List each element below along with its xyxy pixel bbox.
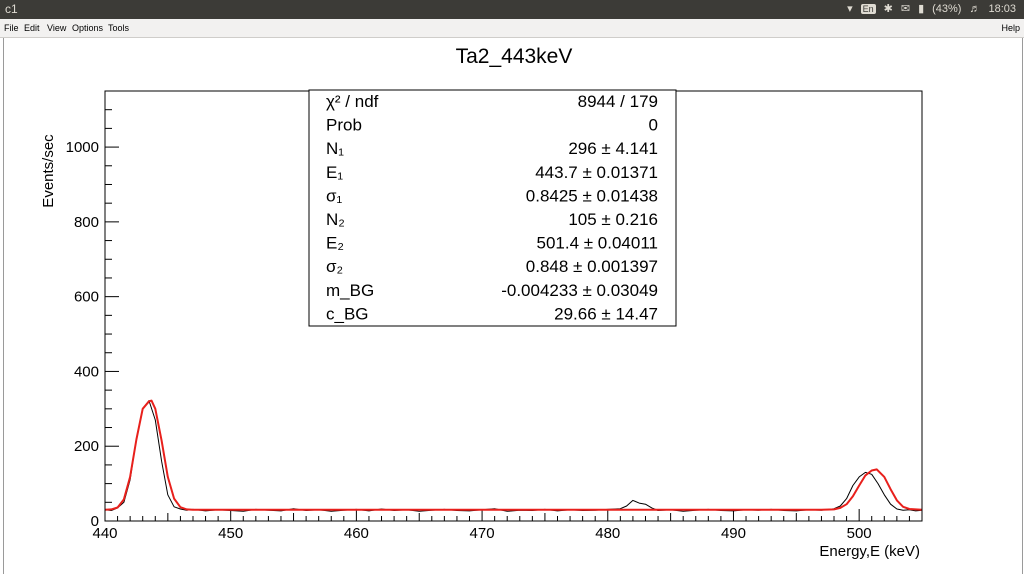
stats-label: E₂: [326, 234, 344, 253]
menu-view[interactable]: View: [47, 23, 66, 33]
stats-label: c_BG: [326, 304, 369, 323]
stats-value: 29.66 ± 14.47: [554, 304, 658, 323]
fit-statistics-box[interactable]: χ² / ndf 8944 / 179 Prob 0 N₁ 296 ± 4.141 E₁ 44…: [308, 89, 677, 327]
menu-tools[interactable]: Tools: [108, 23, 129, 33]
y-tick-label: 1000: [66, 139, 99, 156]
battery-icon[interactable]: ▮: [918, 2, 924, 15]
menu-help[interactable]: Help: [1001, 23, 1020, 33]
chart-svg: Ta2_443keV 440 450 460 470 480 490 50002004006…: [40, 45, 923, 560]
title-bar: c1 ▾ En ✱ ✉ ▮ (43%) ♬ 18:03: [0, 0, 1024, 19]
stats-value: 0.848 ± 0.001397: [526, 257, 658, 276]
stats-value: 0.8425 ± 0.01438: [526, 186, 658, 205]
fit-curve[interactable]: [104, 399, 923, 511]
root-canvas[interactable]: Ta2_443keV 440 450 460 470 480 490 500 0 200 400 6…: [3, 38, 1023, 574]
y-tick-label: 200: [74, 438, 99, 455]
volume-icon[interactable]: ♬: [969, 3, 980, 15]
stats-value: 501.4 ± 0.04011: [536, 234, 658, 253]
stats-value: 296 ± 4.141: [568, 139, 658, 158]
stats-value: -0.004233 ± 0.03049: [501, 281, 658, 300]
chart-title: Ta2_443keV: [456, 45, 573, 68]
data-histogram-line[interactable]: [104, 400, 923, 512]
stats-label: σ₁: [326, 186, 342, 205]
battery-percent: (43%): [932, 2, 962, 15]
y-tick-label: 800: [74, 214, 99, 231]
system-tray: ▾ En ✱ ✉ ▮ (43%) ♬ 18:03: [847, 2, 1016, 16]
stats-label: N₂: [326, 210, 345, 229]
menu-bar: File Edit View Options Tools Help: [0, 19, 1024, 38]
bluetooth-icon[interactable]: ✱: [884, 2, 893, 15]
y-axis-label: Events/sec: [40, 134, 57, 208]
x-tick-label: 490: [721, 525, 746, 542]
x-tick-label: 460: [344, 525, 369, 542]
x-tick-label: 450: [218, 525, 243, 542]
stats-value: 0: [649, 116, 658, 135]
menu-edit[interactable]: Edit: [24, 23, 40, 33]
stats-label: m_BG: [326, 281, 374, 300]
stats-label: N₁: [326, 139, 344, 158]
stats-label: Prob: [326, 116, 362, 135]
stats-label: σ₂: [326, 257, 343, 276]
y-tick-label: 400: [74, 363, 99, 380]
mail-icon[interactable]: ✉: [901, 2, 910, 15]
keyboard-icon[interactable]: En: [860, 3, 876, 14]
menu-options[interactable]: Options: [72, 23, 103, 33]
y-tick-label: 600: [74, 289, 99, 306]
x-tick-label: 500: [847, 525, 872, 542]
wifi-icon[interactable]: ▾: [847, 2, 853, 15]
x-axis-label: Energy,E (keV): [819, 543, 920, 560]
x-tick-label: 470: [470, 525, 495, 542]
stats-label: E₁: [326, 163, 343, 182]
stats-value: 8944 / 179: [578, 92, 658, 111]
menu-file[interactable]: File: [4, 23, 19, 33]
clock[interactable]: 18:03: [988, 3, 1016, 15]
y-tick-label: 0: [91, 513, 99, 530]
x-tick-label: 480: [595, 525, 620, 542]
window-title: c1: [5, 2, 18, 16]
stats-value: 105 ± 0.216: [568, 210, 658, 229]
stats-value: 443.7 ± 0.01371: [535, 163, 658, 182]
stats-label: χ² / ndf: [326, 92, 379, 111]
